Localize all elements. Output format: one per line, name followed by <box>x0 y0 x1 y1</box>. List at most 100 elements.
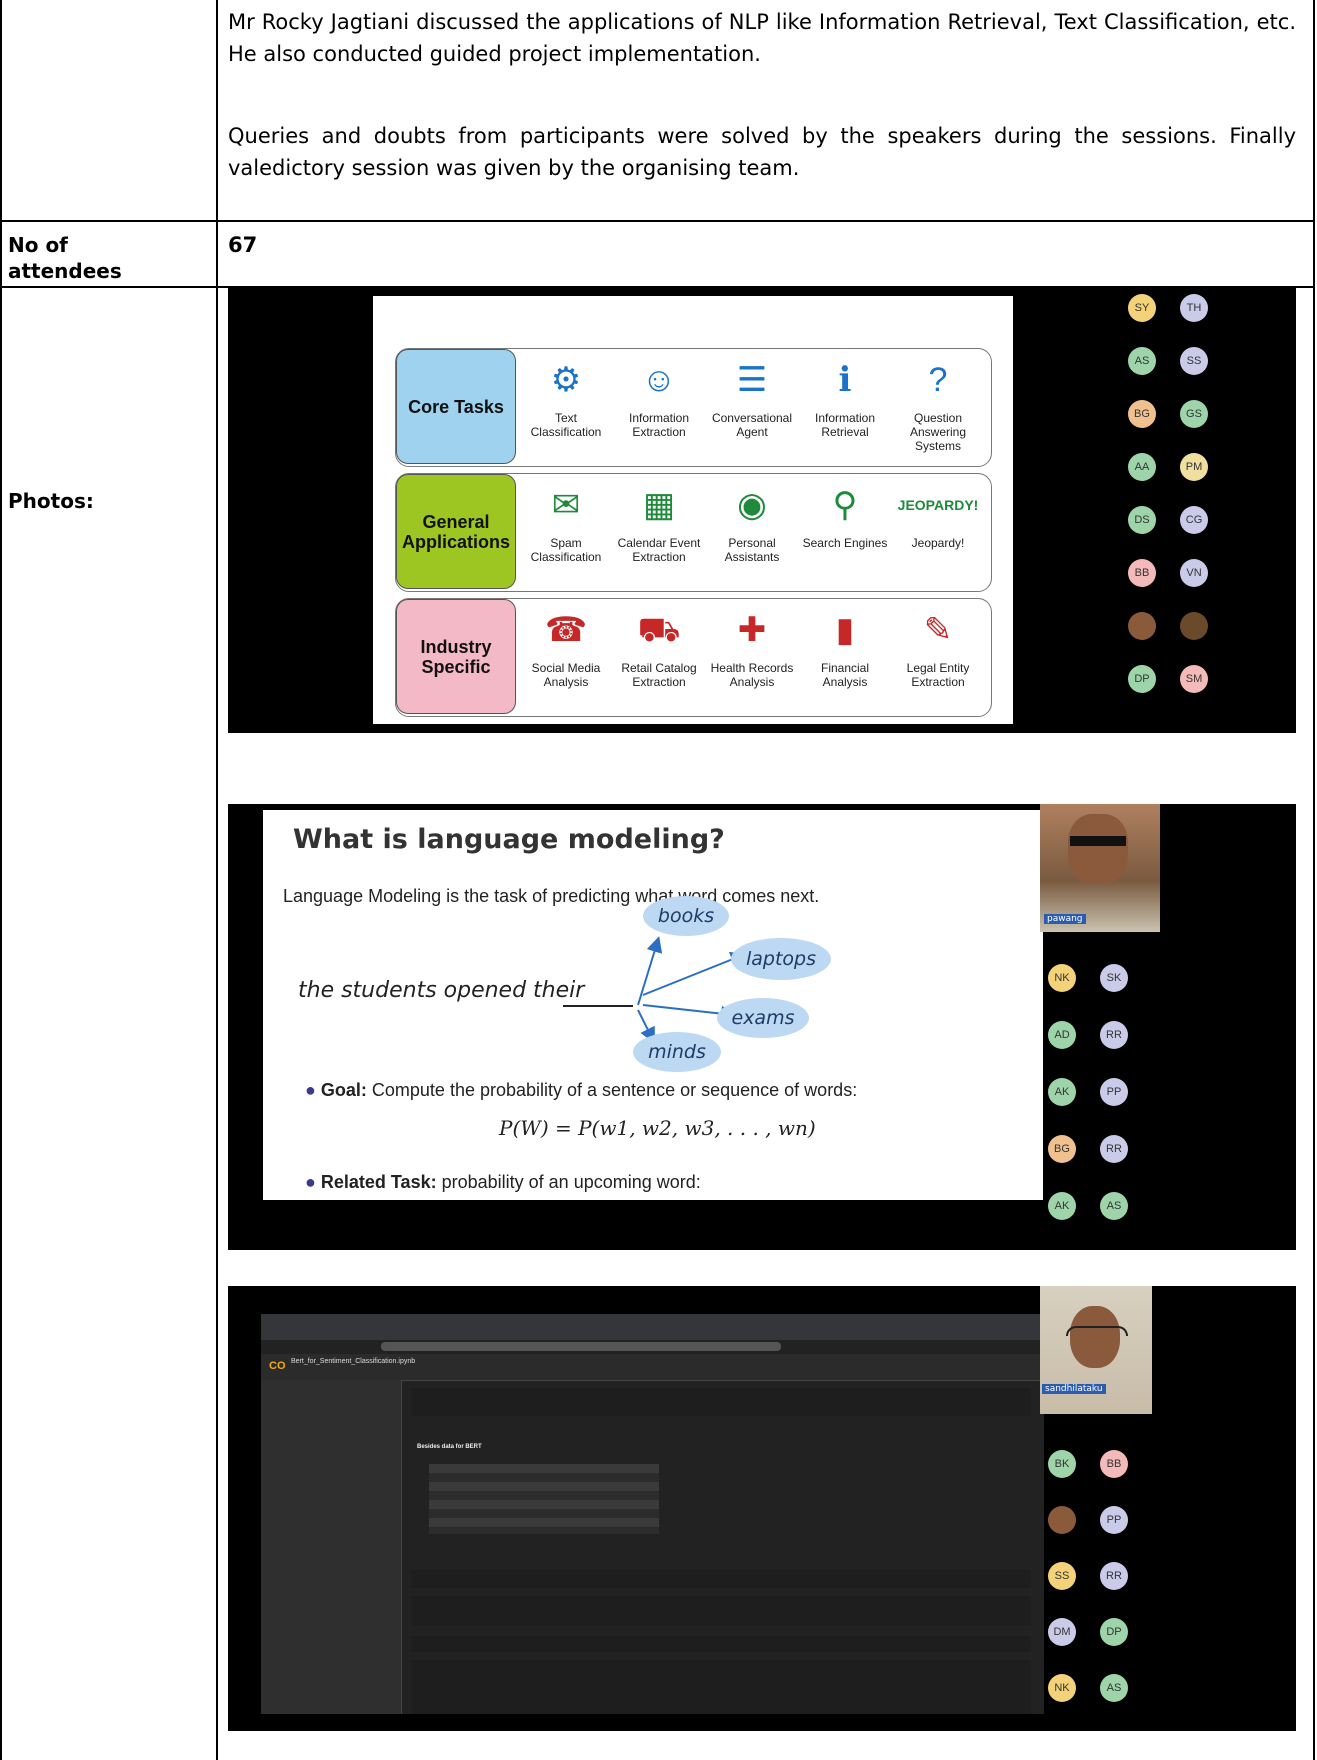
row-divider-1 <box>0 220 1315 222</box>
participant-avatar[interactable]: DP <box>1128 665 1156 693</box>
participant-avatar[interactable]: NK <box>1048 1674 1076 1702</box>
people-icon: ☺ <box>641 361 677 399</box>
nlp-applications-slide: Core Tasks ⚙ Text Classification ☺ Informati… <box>373 296 1013 724</box>
participant-avatar[interactable]: PP <box>1100 1078 1128 1106</box>
photo-nlp-applications: Core Tasks ⚙ Text Classification ☺ Informati… <box>228 288 1296 733</box>
code-cell <box>411 1570 1031 1588</box>
participant-avatar[interactable]: BB <box>1128 559 1156 587</box>
bullet-dot-icon: ● <box>305 1172 321 1192</box>
token-table <box>429 1464 659 1534</box>
goal-label: Goal: <box>320 1080 367 1100</box>
application-item: JEOPARDY! Jeopardy! <box>892 480 984 585</box>
application-row: Core Tasks ⚙ Text Classification ☺ Informati… <box>395 348 992 467</box>
application-item: ? Question Answering Systems <box>892 355 984 460</box>
participant-avatar[interactable]: DP <box>1100 1618 1128 1646</box>
participant-avatar[interactable] <box>1180 612 1208 640</box>
colab-screenshot: CO Bert_for_Sentiment_Classification.ipy… <box>261 1314 1044 1714</box>
notebook-header: CO Bert_for_Sentiment_Classification.ipy… <box>261 1354 1044 1381</box>
participant-avatar[interactable]: DS <box>1128 506 1156 534</box>
participant-avatar[interactable]: SY <box>1128 294 1156 322</box>
code-cell <box>411 1660 1031 1714</box>
participant-avatar[interactable]: DM <box>1048 1618 1076 1646</box>
participant-avatar[interactable]: SS <box>1048 1562 1076 1590</box>
application-label: Text Classification <box>530 411 602 439</box>
participant-avatar[interactable]: PP <box>1100 1506 1128 1534</box>
participant-avatar[interactable] <box>1048 1506 1076 1534</box>
speaker-video: sandhilataku <box>1040 1286 1152 1414</box>
participant-avatar[interactable]: CG <box>1180 506 1208 534</box>
application-label: Personal Assistants <box>724 536 780 564</box>
application-label: Jeopardy! <box>911 536 965 550</box>
section-title: Besides data for BERT <box>417 1444 482 1450</box>
participant-avatar[interactable]: RR <box>1100 1135 1128 1163</box>
participant-avatar[interactable]: AS <box>1100 1192 1128 1220</box>
participant-avatar[interactable]: BG <box>1048 1135 1076 1163</box>
table-column-divider <box>216 0 218 1760</box>
goal-bullet: ● Goal: Compute the probability of a sen… <box>305 1080 857 1101</box>
related-task-bullet: ● Related Task: probability of an upcomi… <box>305 1172 701 1193</box>
application-item: ☰ Conversational Agent <box>706 355 798 460</box>
candidate-bubble: books <box>643 896 729 936</box>
cart-icon: ⛟ <box>637 611 681 649</box>
participant-list-1: SY TH AS SS BG GS AA PM DS CG BB VN DP SM <box>1128 294 1278 724</box>
candidate-bubble: laptops <box>731 938 831 980</box>
row-category-label: Industry Specific <box>396 599 516 714</box>
participant-avatar[interactable]: AK <box>1048 1078 1076 1106</box>
participant-avatar[interactable]: BB <box>1100 1450 1128 1478</box>
description-paragraph-2: Queries and doubts from participants wer… <box>228 124 1296 180</box>
application-item: ⛟ Retail Catalog Extraction <box>613 605 705 710</box>
application-item: ✉ Spam Classification <box>520 480 612 585</box>
participant-avatar[interactable]: NK <box>1048 964 1076 992</box>
participant-avatar[interactable]: AD <box>1048 1021 1076 1049</box>
participant-avatar[interactable]: AA <box>1128 453 1156 481</box>
participant-avatar[interactable]: BK <box>1048 1450 1076 1478</box>
sentence-blank-line <box>563 1005 633 1007</box>
speaker-name-tag: sandhilataku <box>1042 1384 1106 1394</box>
mail-icon: ✉ <box>551 486 581 524</box>
photo-language-modeling: What is language modeling? Language Mode… <box>228 804 1296 1250</box>
related-label: Related Task: <box>320 1172 437 1192</box>
participant-avatar[interactable]: PM <box>1180 453 1208 481</box>
photos-label: Photos: <box>8 489 94 513</box>
participant-avatar[interactable]: SS <box>1180 347 1208 375</box>
participant-avatar[interactable]: BG <box>1128 400 1156 428</box>
participant-avatar[interactable]: RR <box>1100 1562 1128 1590</box>
participant-avatar[interactable]: SK <box>1100 964 1128 992</box>
application-item: ⚙ Text Classification <box>520 355 612 460</box>
language-modeling-slide: What is language modeling? Language Mode… <box>263 810 1043 1200</box>
participant-avatar[interactable]: SM <box>1180 665 1208 693</box>
application-label: Social Media Analysis <box>531 661 601 689</box>
application-item: ☎ Social Media Analysis <box>520 605 612 710</box>
application-item: ✎ Legal Entity Extraction <box>892 605 984 710</box>
application-item: ✚ Health Records Analysis <box>706 605 798 710</box>
search-icon: ⚲ <box>832 486 858 524</box>
application-item: ⚲ Search Engines <box>799 480 891 585</box>
application-item: ◉ Personal Assistants <box>706 480 798 585</box>
table-border-right <box>1313 0 1315 1760</box>
candidate-bubble: exams <box>717 998 809 1038</box>
participant-avatar[interactable]: VN <box>1180 559 1208 587</box>
application-label: Information Retrieval <box>814 411 876 439</box>
bar-chart-icon: ▮ <box>835 611 855 649</box>
candidate-bubble: minds <box>633 1032 721 1072</box>
table-border-left <box>0 0 2 1760</box>
chat-icon: ☰ <box>736 361 768 399</box>
application-label: Information Extraction <box>628 411 690 439</box>
legal-doc-icon: ✎ <box>923 611 953 649</box>
participant-avatar[interactable]: AS <box>1100 1674 1128 1702</box>
description-paragraph-1: Mr Rocky Jagtiani discussed the applicat… <box>228 10 1296 66</box>
info-icon: ℹ <box>838 361 852 399</box>
participant-avatar[interactable]: TH <box>1180 294 1208 322</box>
speaker-face <box>1068 814 1128 884</box>
notebook-title[interactable]: Bert_for_Sentiment_Classification.ipynb <box>291 1358 415 1365</box>
participant-list-2: NK SK AD RR AK PP BG RR AK AS <box>1048 964 1168 1244</box>
report-table: Mr Rocky Jagtiani discussed the applicat… <box>0 0 1317 1760</box>
participant-avatar[interactable]: AS <box>1128 347 1156 375</box>
application-label: Spam Classification <box>530 536 602 564</box>
participant-avatar[interactable] <box>1128 612 1156 640</box>
participant-avatar[interactable]: AK <box>1048 1192 1076 1220</box>
participant-list-3: BK BB PP SS RR DM DP NK AS <box>1048 1450 1168 1730</box>
participant-avatar[interactable]: GS <box>1180 400 1208 428</box>
related-text: probability of an upcoming word: <box>441 1172 701 1192</box>
participant-avatar[interactable]: RR <box>1100 1021 1128 1049</box>
